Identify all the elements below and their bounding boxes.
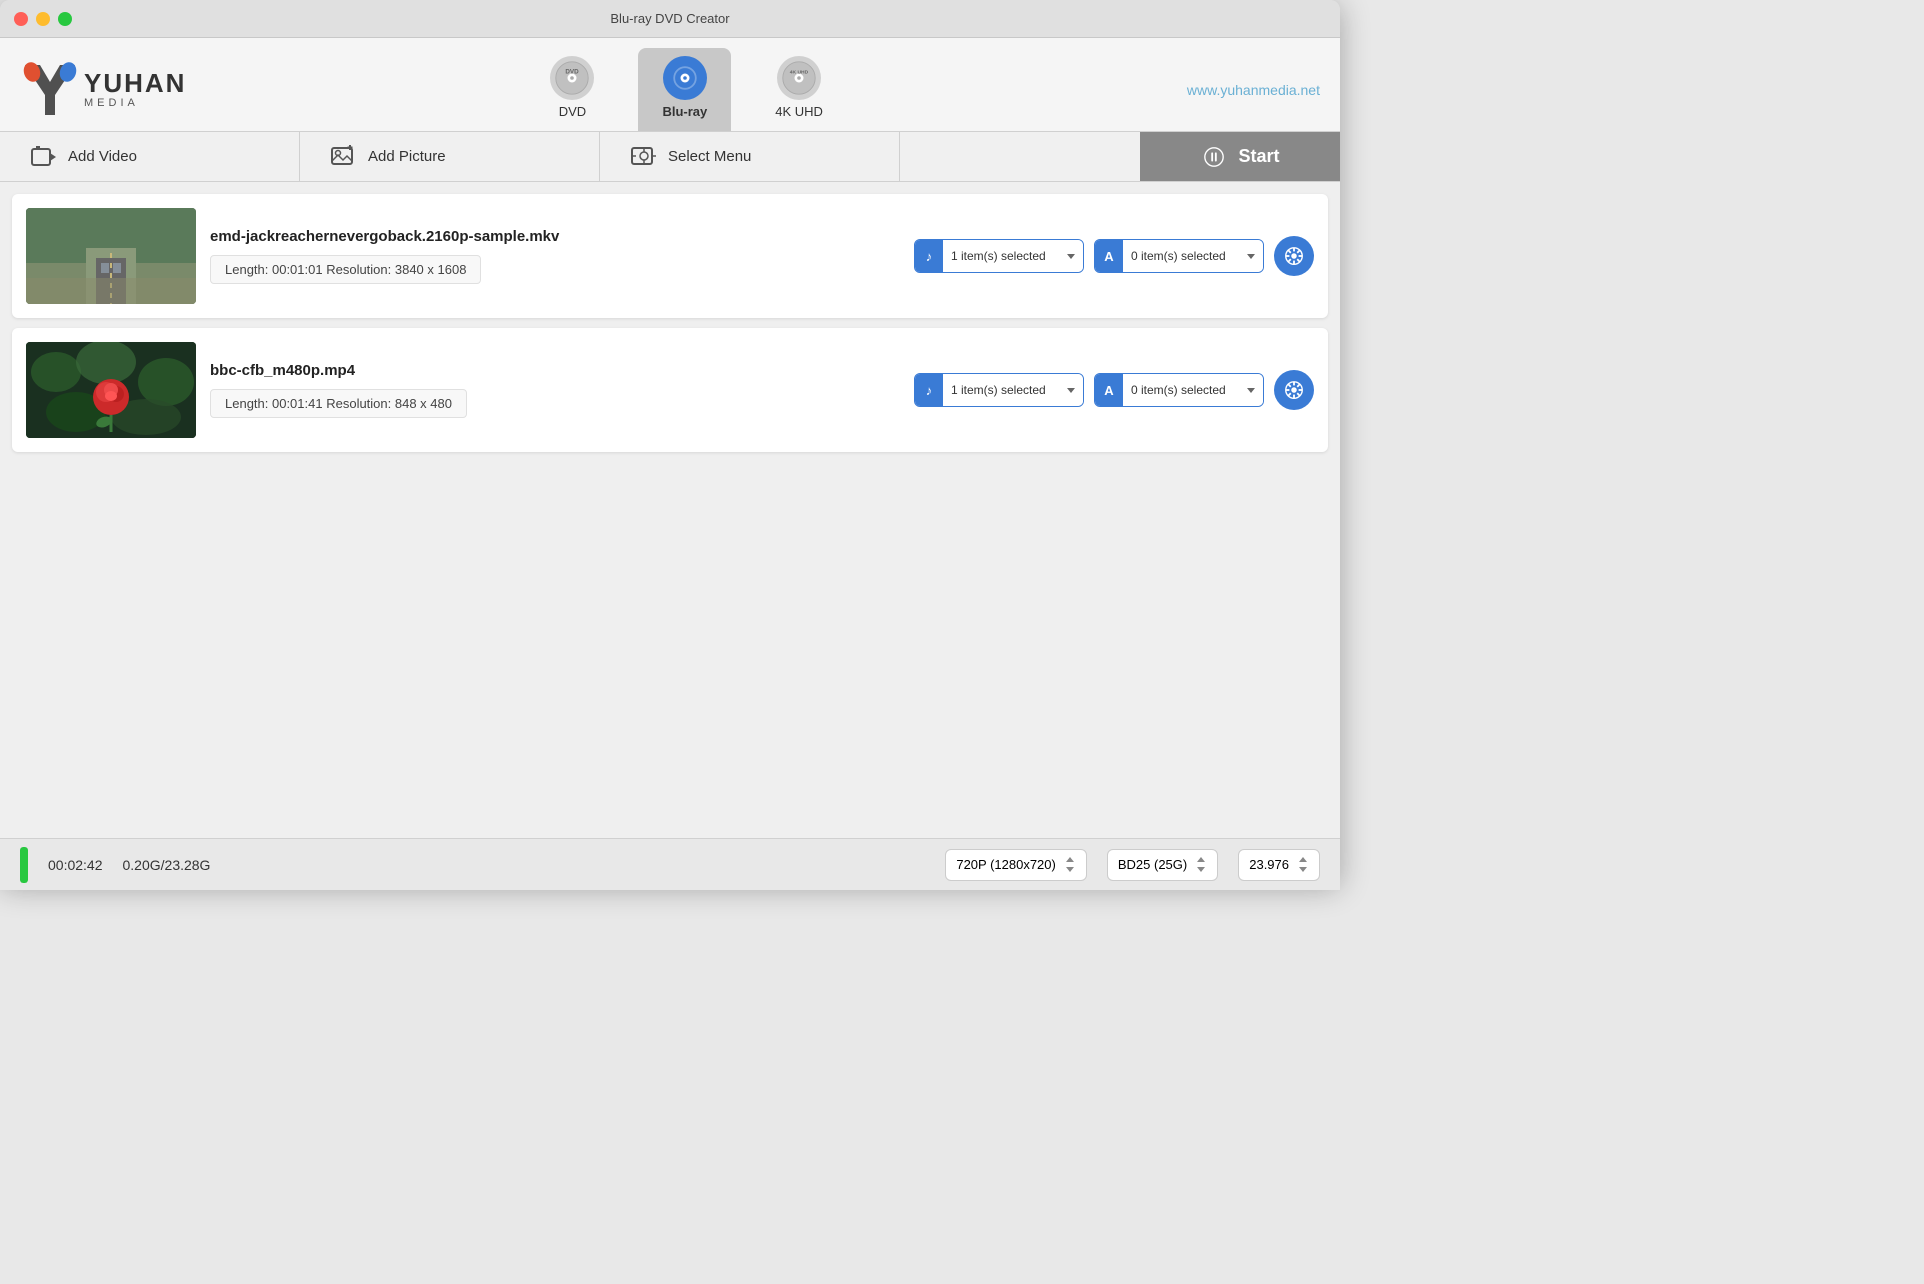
add-picture-icon bbox=[330, 143, 358, 171]
disc-value: BD25 (25G) bbox=[1118, 857, 1187, 872]
start-icon bbox=[1200, 143, 1228, 171]
4kuhd-icon: 4K UHD bbox=[777, 56, 821, 100]
subtitle-select-2[interactable]: A 0 item(s) selected bbox=[1094, 373, 1264, 407]
fps-down[interactable] bbox=[1297, 865, 1309, 875]
chevron-up-icon bbox=[1197, 857, 1205, 862]
video-info-1: emd-jackreachernevergoback.2160p-sample.… bbox=[210, 228, 900, 284]
chevron-down-icon bbox=[1066, 867, 1074, 872]
logo-icon bbox=[20, 60, 80, 120]
audio-select-1[interactable]: ♪ 1 item(s) selected bbox=[914, 239, 1084, 273]
chevron-down-icon bbox=[1247, 388, 1255, 393]
status-size: 0.20G/23.28G bbox=[123, 857, 211, 873]
title-bar: Blu-ray DVD Creator bbox=[0, 0, 1340, 38]
progress-bar bbox=[20, 847, 28, 883]
start-label: Start bbox=[1238, 146, 1279, 167]
audio-badge-1: ♪ bbox=[915, 240, 943, 272]
resolution-value: 720P (1280x720) bbox=[956, 857, 1056, 872]
4kuhd-label: 4K UHD bbox=[775, 104, 823, 119]
select-menu-button[interactable]: Select Menu bbox=[600, 132, 900, 181]
start-button[interactable]: Start bbox=[1140, 132, 1340, 181]
window-title: Blu-ray DVD Creator bbox=[610, 11, 729, 26]
resolution-up[interactable] bbox=[1064, 855, 1076, 865]
video-length-1: Length: 00:01:01 bbox=[225, 262, 323, 277]
resolution-down[interactable] bbox=[1064, 865, 1076, 875]
video-name-2: bbc-cfb_m480p.mp4 bbox=[210, 362, 900, 379]
window-controls bbox=[14, 12, 72, 26]
disc-select[interactable]: BD25 (25G) bbox=[1107, 849, 1218, 881]
video-thumbnail-1 bbox=[26, 208, 196, 304]
subtitle-badge-2: A bbox=[1095, 374, 1123, 406]
add-picture-button[interactable]: Add Picture bbox=[300, 132, 600, 181]
logo-media: MEDIA bbox=[84, 98, 186, 109]
logo-yuhan: YUHAN bbox=[84, 70, 186, 96]
subtitle-dropdown-1[interactable]: 0 item(s) selected bbox=[1123, 240, 1263, 272]
video-meta-1: Length: 00:01:01 Resolution: 3840 x 1608 bbox=[210, 255, 481, 284]
video-controls-1: ♪ 1 item(s) selected A 0 item(s) selecte… bbox=[914, 236, 1314, 276]
svg-text:DVD: DVD bbox=[566, 69, 580, 76]
select-menu-label: Select Menu bbox=[668, 148, 751, 165]
video-thumbnail-2 bbox=[26, 342, 196, 438]
chevron-down-icon bbox=[1067, 254, 1075, 259]
main-content: emd-jackreachernevergoback.2160p-sample.… bbox=[0, 182, 1340, 838]
resolution-stepper[interactable] bbox=[1064, 855, 1076, 875]
add-video-button[interactable]: Add Video bbox=[0, 132, 300, 181]
chevron-up-icon bbox=[1299, 857, 1307, 862]
bluray-icon bbox=[663, 56, 707, 100]
resolution-select[interactable]: 720P (1280x720) bbox=[945, 849, 1087, 881]
minimize-button[interactable] bbox=[36, 12, 50, 26]
tab-dvd[interactable]: DVD DVD bbox=[526, 48, 618, 131]
bluray-label: Blu-ray bbox=[662, 104, 707, 119]
video-resolution-2: Resolution: 848 x 480 bbox=[326, 396, 452, 411]
video-item: bbc-cfb_m480p.mp4 Length: 00:01:41 Resol… bbox=[12, 328, 1328, 452]
chevron-down-icon bbox=[1067, 388, 1075, 393]
header: YUHAN MEDIA DVD DVD bbox=[0, 38, 1340, 132]
video-meta-2: Length: 00:01:41 Resolution: 848 x 480 bbox=[210, 389, 467, 418]
add-picture-label: Add Picture bbox=[368, 148, 446, 165]
format-tabs: DVD DVD Blu-ray bbox=[526, 48, 846, 131]
chevron-down-icon bbox=[1247, 254, 1255, 259]
chevron-down-icon bbox=[1299, 867, 1307, 872]
video-length-2: Length: 00:01:41 bbox=[225, 396, 323, 411]
fps-value: 23.976 bbox=[1249, 857, 1289, 872]
video-info-2: bbc-cfb_m480p.mp4 Length: 00:01:41 Resol… bbox=[210, 362, 900, 418]
add-video-label: Add Video bbox=[68, 148, 137, 165]
chevron-down-icon bbox=[1197, 867, 1205, 872]
subtitle-badge-1: A bbox=[1095, 240, 1123, 272]
video-settings-button-2[interactable] bbox=[1274, 370, 1314, 410]
dvd-label: DVD bbox=[559, 104, 586, 119]
video-settings-button-1[interactable] bbox=[1274, 236, 1314, 276]
logo-text: YUHAN MEDIA bbox=[84, 70, 186, 109]
disc-up[interactable] bbox=[1195, 855, 1207, 865]
fps-select[interactable]: 23.976 bbox=[1238, 849, 1320, 881]
video-resolution-1: Resolution: 3840 x 1608 bbox=[326, 262, 466, 277]
audio-dropdown-1[interactable]: 1 item(s) selected bbox=[943, 240, 1083, 272]
status-bar: 00:02:42 0.20G/23.28G 720P (1280x720) BD… bbox=[0, 838, 1340, 890]
add-video-icon bbox=[30, 143, 58, 171]
logo-area: YUHAN MEDIA bbox=[20, 60, 186, 120]
subtitle-dropdown-2[interactable]: 0 item(s) selected bbox=[1123, 374, 1263, 406]
disc-stepper[interactable] bbox=[1195, 855, 1207, 875]
tab-4kuhd[interactable]: 4K UHD 4K UHD bbox=[751, 48, 847, 131]
tab-bluray[interactable]: Blu-ray bbox=[638, 48, 731, 131]
fps-up[interactable] bbox=[1297, 855, 1309, 865]
dvd-icon: DVD bbox=[550, 56, 594, 100]
disc-down[interactable] bbox=[1195, 865, 1207, 875]
video-item: emd-jackreachernevergoback.2160p-sample.… bbox=[12, 194, 1328, 318]
progress-fill bbox=[20, 847, 28, 883]
chevron-up-icon bbox=[1066, 857, 1074, 862]
audio-badge-2: ♪ bbox=[915, 374, 943, 406]
video-name-1: emd-jackreachernevergoback.2160p-sample.… bbox=[210, 228, 900, 245]
audio-select-2[interactable]: ♪ 1 item(s) selected bbox=[914, 373, 1084, 407]
maximize-button[interactable] bbox=[58, 12, 72, 26]
toolbar: Add Video Add Picture Select Menu bbox=[0, 132, 1340, 182]
svg-text:4K UHD: 4K UHD bbox=[790, 70, 809, 76]
fps-stepper[interactable] bbox=[1297, 855, 1309, 875]
website-link[interactable]: www.yuhanmedia.net bbox=[1187, 82, 1320, 98]
audio-dropdown-2[interactable]: 1 item(s) selected bbox=[943, 374, 1083, 406]
select-menu-icon bbox=[630, 143, 658, 171]
video-controls-2: ♪ 1 item(s) selected A 0 item(s) selecte… bbox=[914, 370, 1314, 410]
subtitle-select-1[interactable]: A 0 item(s) selected bbox=[1094, 239, 1264, 273]
status-time: 00:02:42 bbox=[48, 857, 103, 873]
close-button[interactable] bbox=[14, 12, 28, 26]
